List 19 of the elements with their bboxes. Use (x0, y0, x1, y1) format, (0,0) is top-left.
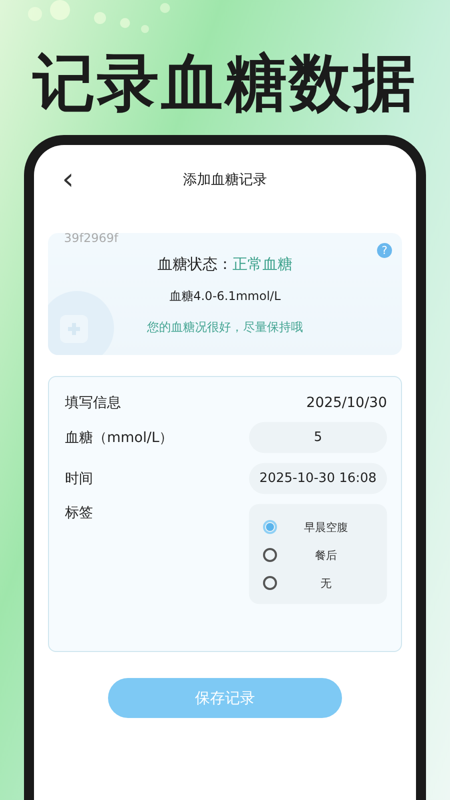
input-field[interactable]: 2025-10-30 16:08 (249, 463, 387, 494)
back-button[interactable]: ‹ (58, 165, 78, 195)
radio-button[interactable] (263, 576, 277, 590)
radio-button[interactable] (263, 548, 277, 562)
form-date: 2025/10/30 (306, 394, 387, 410)
screen-title: 添加血糖记录 (183, 171, 267, 189)
record-code: 39f2969f (64, 233, 118, 245)
input-field[interactable]: 5 (249, 422, 387, 453)
range-text: 血糖4.0-6.1mmol/L (169, 288, 281, 305)
tag-option-label: 餐后 (314, 548, 338, 562)
form-title: 填写信息 (65, 394, 121, 412)
field-label: 血糖（mmol/L） (65, 428, 174, 446)
headline: 记录血糖数据 (33, 45, 417, 121)
status-text: 血糖状态：正常血糖 (158, 255, 292, 274)
field-label: 标签 (65, 504, 93, 522)
tag-option-label: 无 (320, 576, 332, 590)
advice-text: 您的血糖况很好，尽量保持哦 (147, 319, 303, 336)
field-label: 时间 (65, 470, 93, 488)
tag-option-label: 早晨空腹 (303, 520, 349, 534)
